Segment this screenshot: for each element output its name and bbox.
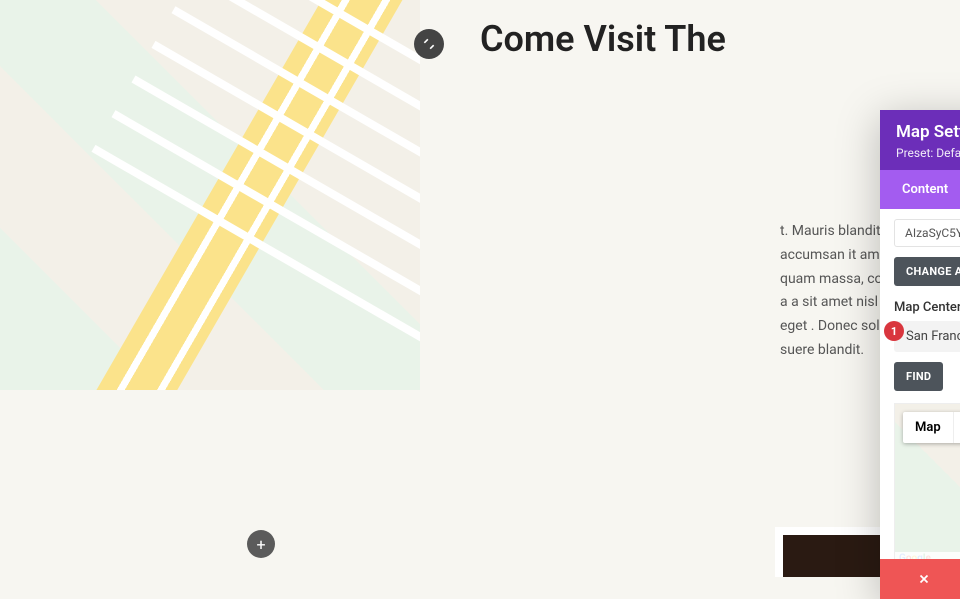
- map-type-map[interactable]: Map: [903, 412, 954, 443]
- map-preview[interactable]: Map Satellite + − Google Keyboard shortc…: [894, 403, 960, 559]
- map-type-satellite[interactable]: Satellite: [954, 412, 960, 443]
- add-module-button[interactable]: +: [247, 530, 275, 558]
- cancel-button[interactable]: [880, 559, 960, 599]
- panel-body: CHANGE API KEY Map Center Address ? ↺ ⋮ …: [880, 209, 960, 559]
- find-button[interactable]: FIND: [894, 362, 943, 391]
- page-heading: Come Visit The: [480, 18, 726, 60]
- map-center-label: Map Center Address: [894, 300, 960, 315]
- panel-tabs: Content Design Advanced: [880, 170, 960, 209]
- map-center-address-input[interactable]: [894, 321, 960, 352]
- change-api-key-button[interactable]: CHANGE API KEY: [894, 257, 960, 286]
- panel-header: Map Settings Preset: Default ▾: [880, 110, 960, 170]
- preset-dropdown[interactable]: Preset: Default ▾: [896, 146, 960, 160]
- settings-panel: Map Settings Preset: Default ▾ Content D…: [880, 110, 960, 599]
- step-badge: 1: [884, 321, 904, 341]
- panel-title: Map Settings: [896, 122, 960, 142]
- map-module-preview[interactable]: [0, 0, 420, 390]
- api-key-input[interactable]: [894, 219, 960, 247]
- panel-actions: [880, 559, 960, 599]
- resize-handle[interactable]: [414, 29, 444, 59]
- tab-content[interactable]: Content: [880, 170, 960, 209]
- map-type-control: Map Satellite: [903, 412, 960, 443]
- map-attribution: Keyboard shortcuts Map Data 20 m Terms o…: [895, 552, 960, 559]
